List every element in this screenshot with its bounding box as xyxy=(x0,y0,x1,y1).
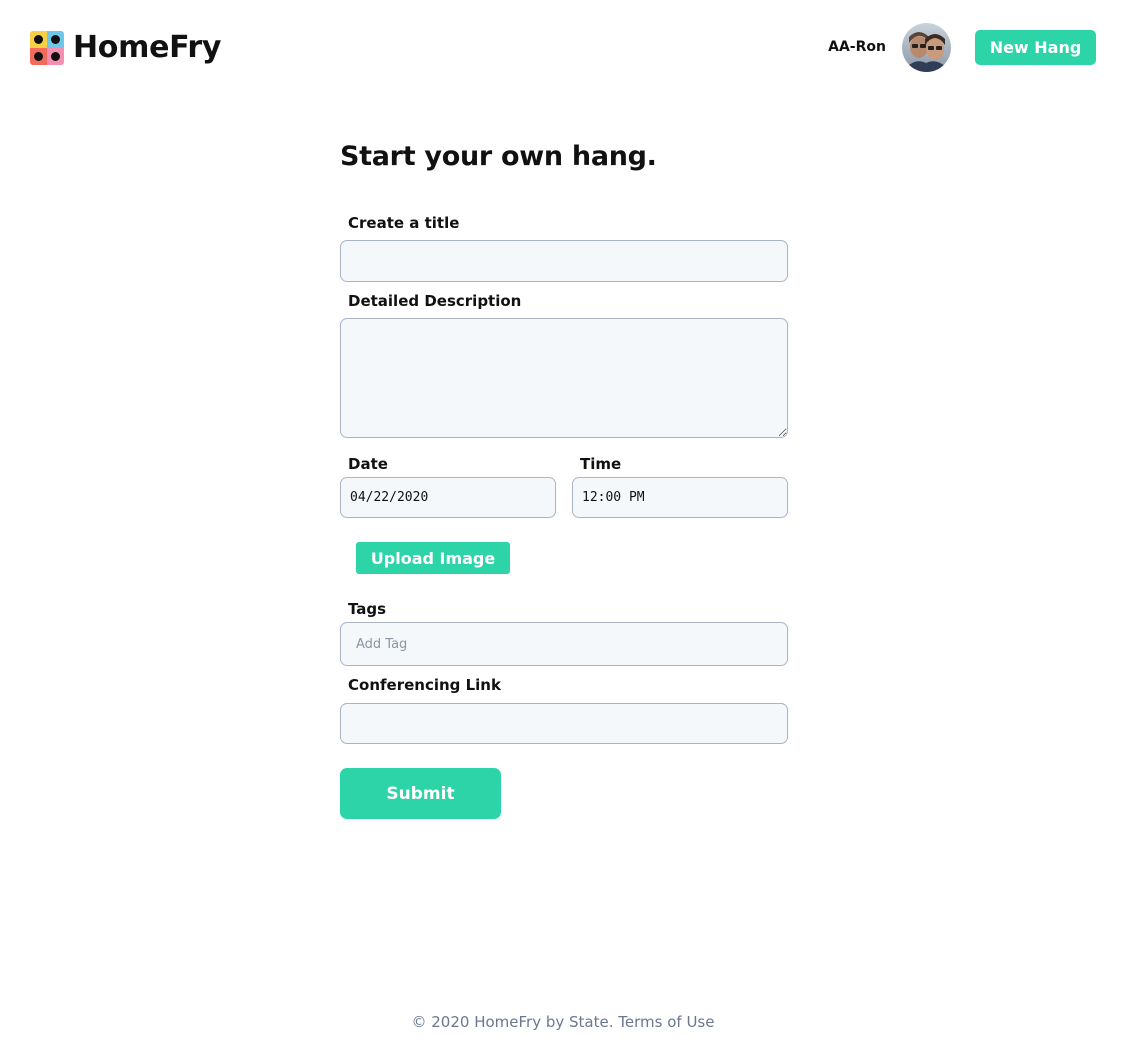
home-logo-link[interactable]: HomeFry xyxy=(30,31,221,65)
date-label: Date xyxy=(348,455,388,473)
header: HomeFry AA-Ron New Hang xyxy=(0,0,1126,96)
time-input[interactable] xyxy=(572,477,788,518)
logo-quadrant xyxy=(30,31,47,48)
date-input[interactable] xyxy=(340,477,556,518)
username-label[interactable]: AA-Ron xyxy=(828,38,886,56)
logo-quadrant xyxy=(47,48,64,65)
brand-name: HomeFry xyxy=(73,30,222,65)
footer-copyright: © 2020 HomeFry by State. xyxy=(411,1013,614,1031)
time-label: Time xyxy=(580,455,622,473)
page-title: Start your own hang. xyxy=(340,141,657,172)
tags-label: Tags xyxy=(348,600,387,618)
logo-quadrant xyxy=(30,48,47,65)
submit-button[interactable]: Submit xyxy=(340,768,501,819)
homefry-logo-icon xyxy=(30,31,64,65)
conferencing-link-label: Conferencing Link xyxy=(348,676,501,694)
footer: © 2020 HomeFry by State. Terms of Use xyxy=(0,1013,1126,1031)
description-textarea[interactable] xyxy=(340,318,788,438)
tags-input[interactable] xyxy=(340,622,788,666)
description-label: Detailed Description xyxy=(348,292,522,310)
logo-quadrant xyxy=(47,31,64,48)
conferencing-link-input[interactable] xyxy=(340,703,788,744)
title-input[interactable] xyxy=(340,240,788,282)
title-label: Create a title xyxy=(348,214,460,232)
user-avatar[interactable] xyxy=(902,23,951,72)
terms-of-use-link[interactable]: Terms of Use xyxy=(618,1013,714,1031)
upload-image-button[interactable]: Upload Image xyxy=(356,542,510,574)
new-hang-button[interactable]: New Hang xyxy=(975,30,1096,65)
avatar-photo-icon xyxy=(902,23,951,72)
